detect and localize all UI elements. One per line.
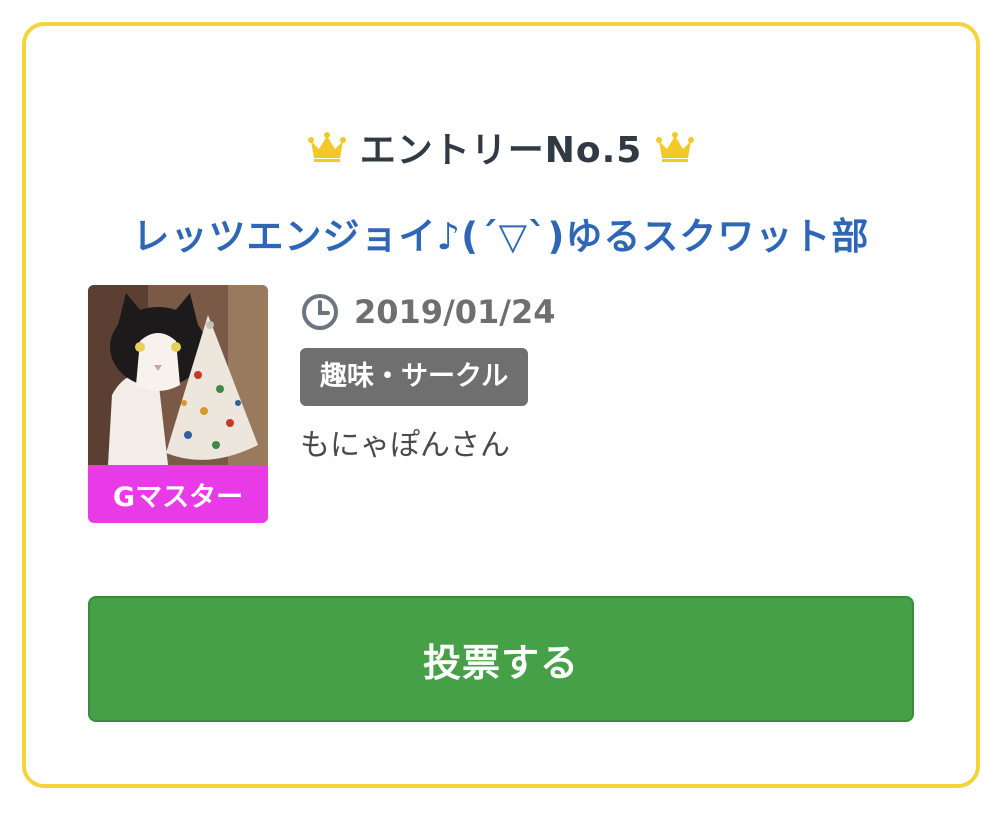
clock-icon (300, 292, 340, 332)
rank-badge: Gマスター (88, 465, 268, 523)
cat-photo (88, 285, 268, 465)
avatar[interactable]: Gマスター (88, 285, 268, 523)
entry-header: エントリーNo.5 (26, 122, 976, 172)
crown-icon (656, 131, 695, 163)
vote-button[interactable]: 投票する (88, 596, 914, 722)
entry-number-label: エントリーNo.5 (359, 130, 643, 171)
crown-icon (307, 131, 346, 163)
category-tag[interactable]: 趣味・サークル (300, 348, 529, 406)
post-date: 2019/01/24 (354, 293, 556, 331)
date-row: 2019/01/24 (300, 290, 900, 334)
author-name: もにゃぽんさん (300, 428, 510, 463)
entry-card: エントリーNo.5 レッツエンジョイ♪(´▽`)ゆるスクワット部 Gマスター 2… (22, 22, 980, 788)
group-title-link[interactable]: レッツエンジョイ♪(´▽`)ゆるスクワット部 (26, 206, 976, 260)
entry-meta: 2019/01/24 趣味・サークル もにゃぽんさん (300, 290, 900, 464)
